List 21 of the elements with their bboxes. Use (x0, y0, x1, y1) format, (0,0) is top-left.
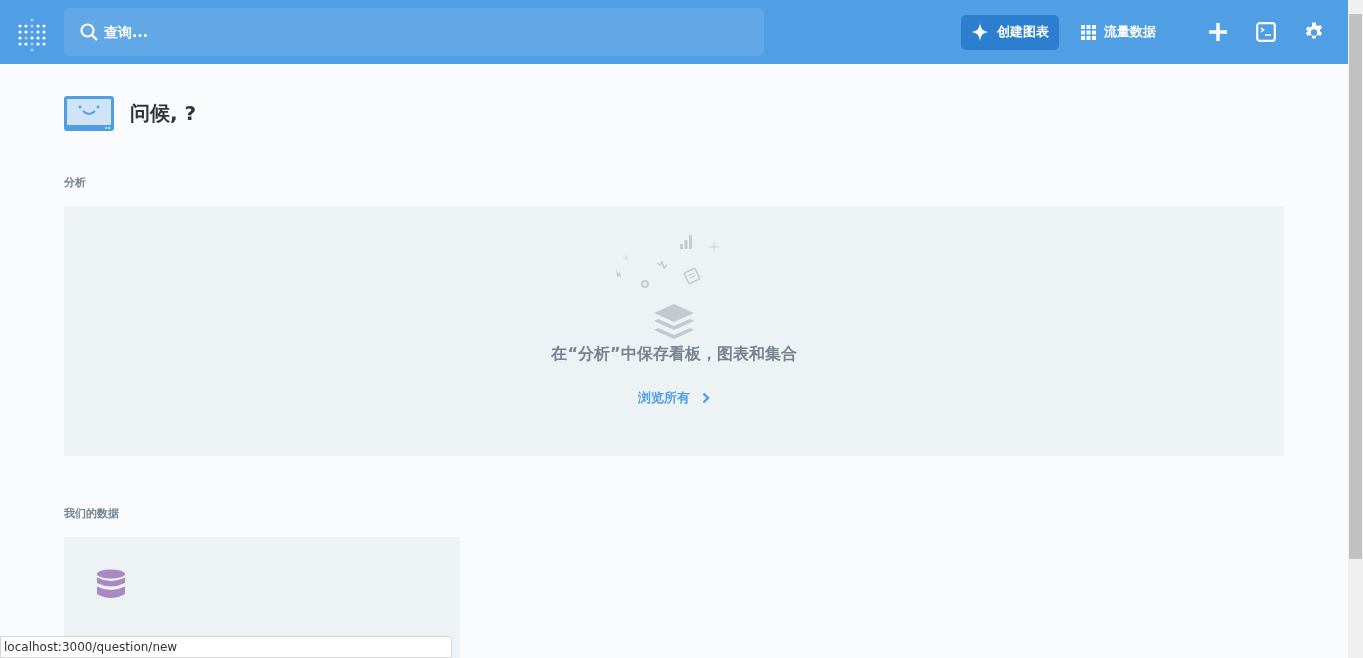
logo-icon[interactable] (18, 18, 46, 52)
section-heading: 分析 (64, 175, 87, 190)
stacked-layers-icon (654, 304, 694, 340)
database-icon (96, 569, 126, 599)
plus-icon[interactable] (1208, 22, 1228, 42)
browse-all-link[interactable]: 浏览所有 (638, 389, 710, 407)
grid-icon (1081, 24, 1096, 40)
browse-data-link[interactable]: 流量数据 (1081, 23, 1156, 41)
section-heading: 我们的数据 (64, 506, 120, 521)
create-question-button[interactable]: 创建图表 (961, 14, 1059, 50)
smiling-monitor-icon (64, 96, 114, 131)
settings-icon[interactable] (1304, 22, 1324, 42)
scrollbar[interactable] (1348, 0, 1363, 658)
terminal-icon[interactable] (1256, 22, 1276, 42)
scrollbar-thumb[interactable] (1349, 14, 1362, 559)
search-field[interactable]: 查询... (64, 8, 764, 56)
url-status-tooltip: localhost:3000/question/new (0, 636, 452, 658)
greeting-title: 问候, ? (130, 100, 197, 127)
empty-state-message: 在“分析”中保存看板，图表和集合 (551, 344, 797, 365)
sparkle-icon (971, 23, 989, 41)
chevron-right-icon (702, 392, 710, 404)
